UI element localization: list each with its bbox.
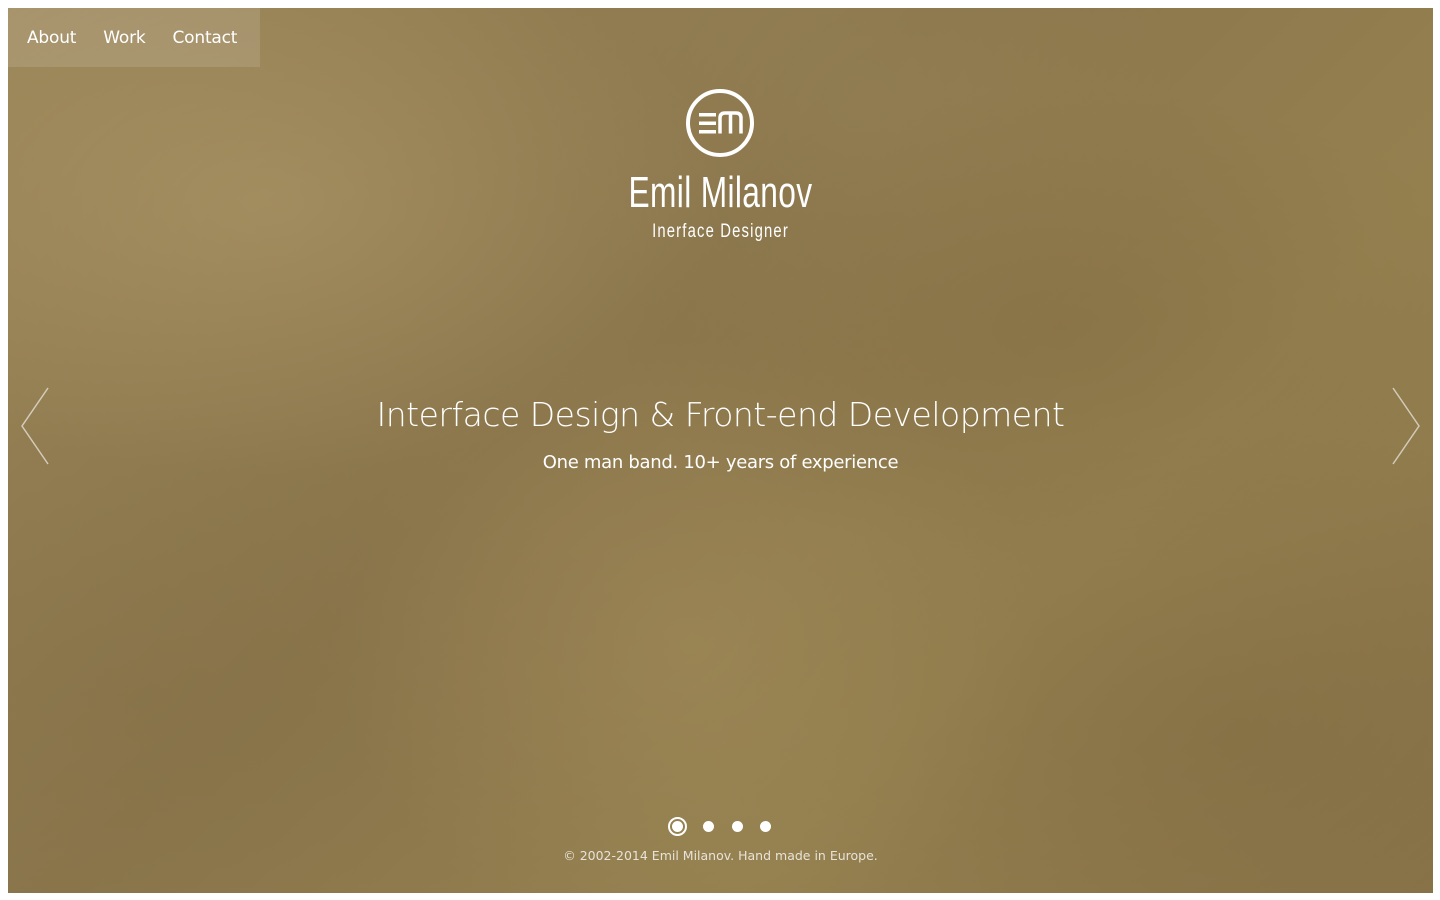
carousel-pagination (668, 816, 778, 836)
top-nav: About Work Contact (8, 8, 260, 67)
chevron-right-icon[interactable] (1383, 386, 1423, 466)
site-owner-role: Inerface Designer (652, 221, 789, 242)
em-monogram-icon (686, 89, 754, 157)
carousel-dot-2[interactable] (703, 821, 714, 832)
hero-section: About Work Contact Emil Milanov Inerface… (8, 8, 1433, 893)
footer-copyright: © 2002-2014 Emil Milanov. Hand made in E… (563, 848, 878, 863)
slide-subline: One man band. 10+ years of experience (542, 452, 899, 473)
site-owner-name: Emil Milanov (628, 168, 813, 217)
carousel-dot-1[interactable] (668, 817, 687, 836)
slide-headline: Interface Design & Front-end Development (376, 395, 1065, 434)
nav-link-contact[interactable]: Contact (173, 28, 238, 48)
nav-link-about[interactable]: About (27, 28, 76, 48)
carousel-dot-3[interactable] (732, 821, 743, 832)
nav-link-work[interactable]: Work (103, 28, 145, 48)
carousel-dot-4[interactable] (760, 821, 771, 832)
